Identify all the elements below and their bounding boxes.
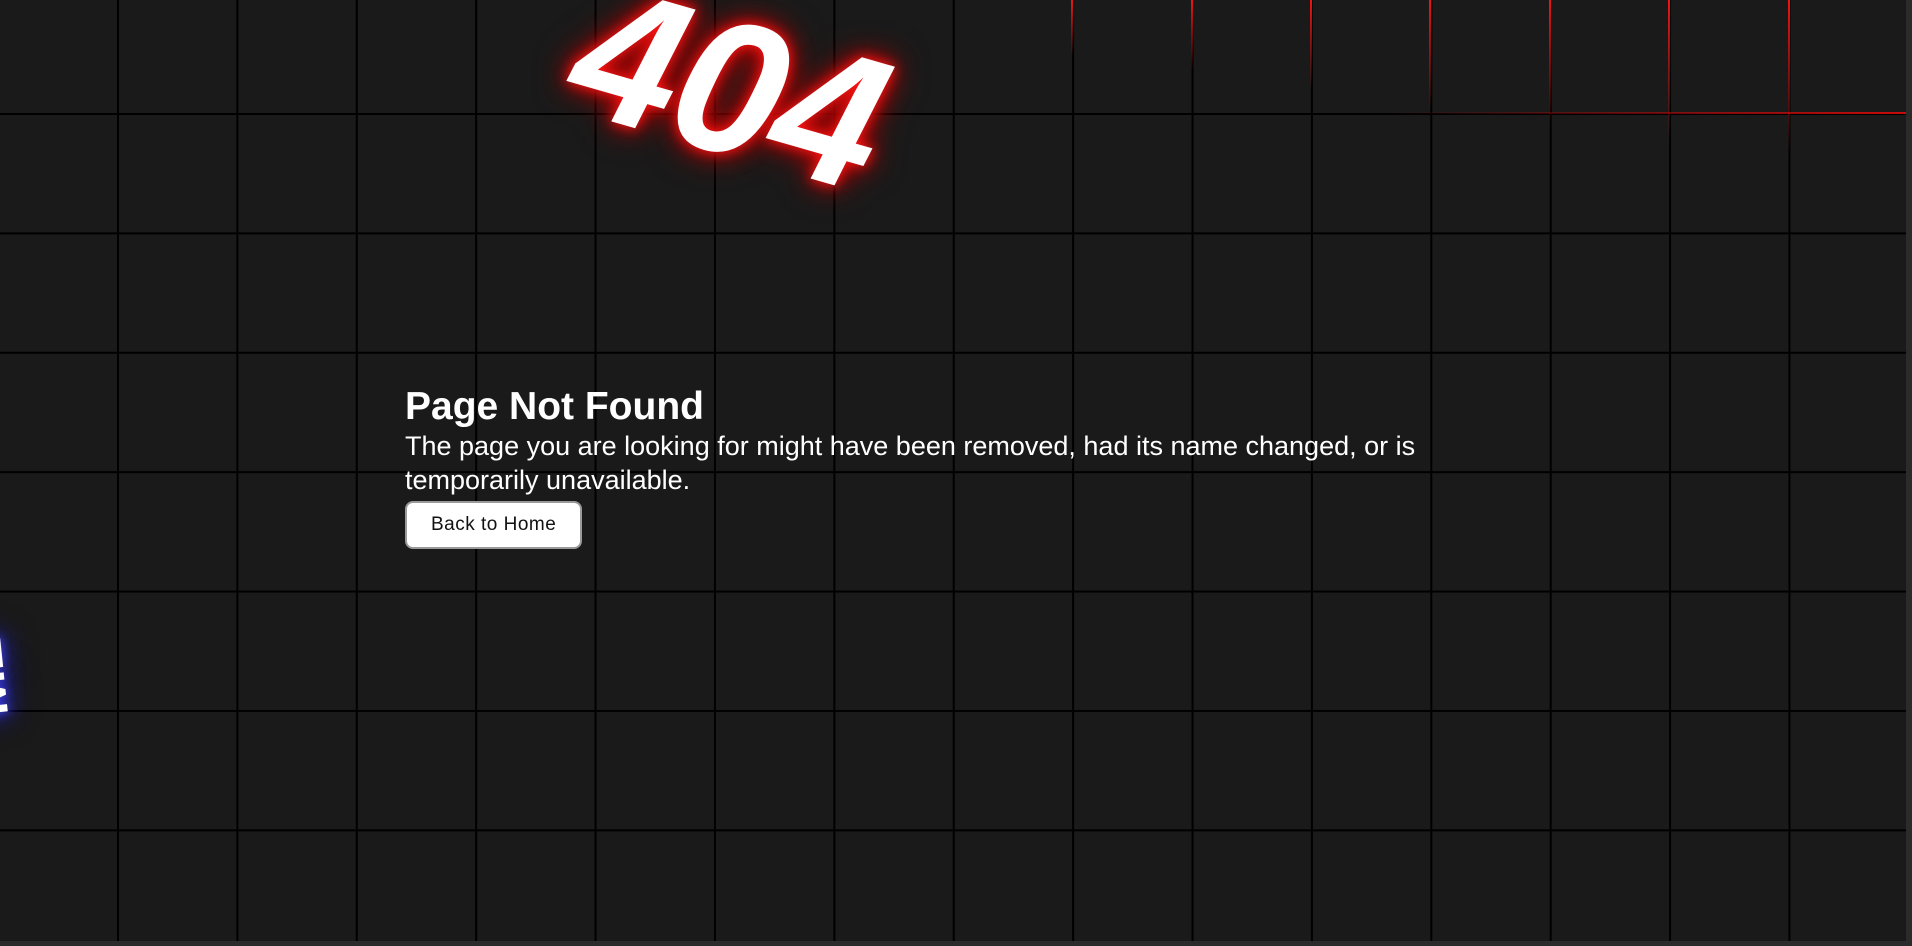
glowing-side-text: LM xyxy=(0,633,21,721)
error-description: The page you are looking for might have … xyxy=(405,431,1416,495)
error-message-block: Page Not Found The page you are looking … xyxy=(405,385,1515,549)
back-to-home-button[interactable]: Back to Home xyxy=(405,501,583,549)
page-title: Page Not Found xyxy=(405,385,704,428)
error-code-graphic: 404 xyxy=(550,0,909,233)
error-page: 404 LM Page Not Found The page you are l… xyxy=(0,0,1906,941)
red-glow-grid-lines xyxy=(1060,0,1906,160)
window-border-bottom xyxy=(0,941,1912,946)
window-border-right xyxy=(1906,0,1912,946)
